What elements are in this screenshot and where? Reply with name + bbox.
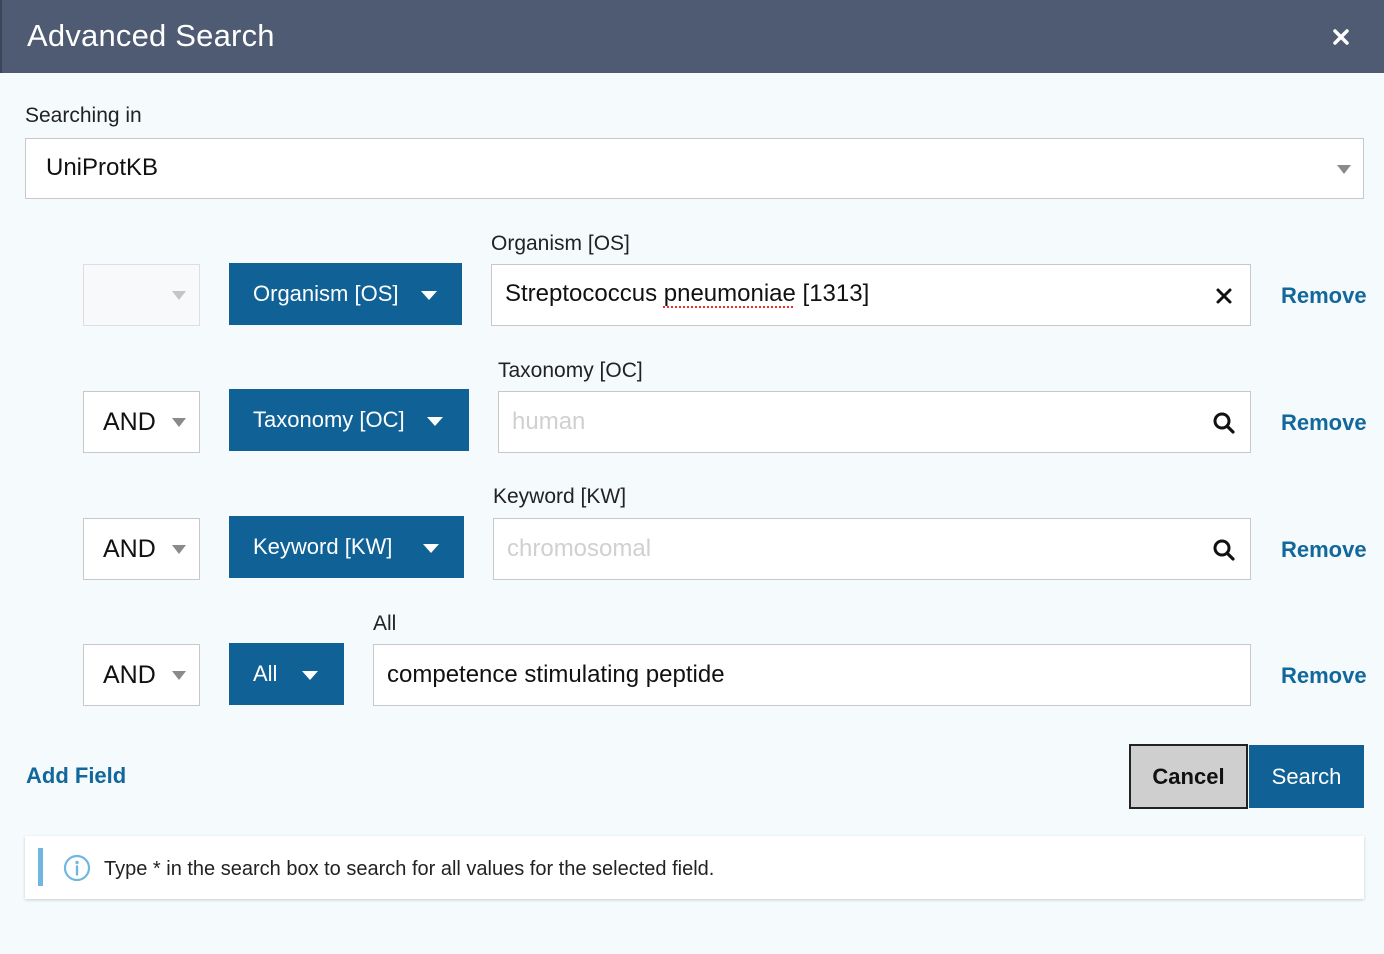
field-select-button-all[interactable]: All xyxy=(229,643,344,705)
field-select-button-organism[interactable]: Organism [OS] xyxy=(229,263,462,325)
field-select-label: Taxonomy [OC] xyxy=(253,407,405,432)
operator-value: AND xyxy=(103,408,156,436)
field-label-taxonomy: Taxonomy [OC] xyxy=(498,359,643,382)
dialog-title: Advanced Search xyxy=(27,18,275,53)
add-field-link[interactable]: Add Field xyxy=(26,763,126,789)
chevron-down-icon xyxy=(172,671,186,680)
caret-down-icon xyxy=(427,417,443,426)
taxonomy-input[interactable] xyxy=(499,392,1250,452)
chevron-down-icon xyxy=(172,291,186,300)
dialog-header: Advanced Search xyxy=(0,0,1384,73)
database-select[interactable]: UniProtKB xyxy=(25,138,1364,199)
field-label-organism: Organism [OS] xyxy=(491,232,630,255)
operator-select-disabled xyxy=(83,264,200,326)
info-icon xyxy=(63,854,91,882)
cancel-button[interactable]: Cancel xyxy=(1129,744,1248,809)
field-label-keyword: Keyword [KW] xyxy=(493,485,627,508)
caret-down-icon xyxy=(302,671,318,680)
info-text: Type * in the search box to search for a… xyxy=(104,858,715,880)
operator-value: AND xyxy=(103,535,156,563)
field-select-button-keyword[interactable]: Keyword [KW] xyxy=(229,516,464,578)
search-button[interactable]: Search xyxy=(1249,745,1364,808)
search-icon[interactable] xyxy=(1212,411,1236,435)
field-label-all: All xyxy=(373,612,397,635)
keyword-input[interactable] xyxy=(494,519,1250,579)
field-select-label: Keyword [KW] xyxy=(253,534,393,559)
search-icon[interactable] xyxy=(1212,538,1236,562)
operator-select[interactable]: AND xyxy=(83,644,200,706)
info-accent-bar xyxy=(38,848,43,886)
field-select-label: All xyxy=(253,661,278,686)
clear-icon[interactable] xyxy=(1212,284,1236,308)
organism-value-species: pneumoniae xyxy=(663,280,796,307)
caret-down-icon xyxy=(423,544,439,553)
keyword-input-box xyxy=(493,518,1251,580)
caret-down-icon xyxy=(421,291,437,300)
organism-input-value[interactable]: Streptococcus pneumoniae [1313] xyxy=(505,280,869,308)
remove-link-all[interactable]: Remove xyxy=(1281,663,1367,689)
operator-select[interactable]: AND xyxy=(83,391,200,453)
taxonomy-input-box xyxy=(498,391,1251,453)
remove-link-organism[interactable]: Remove xyxy=(1281,283,1367,309)
remove-link-taxonomy[interactable]: Remove xyxy=(1281,410,1367,436)
operator-value: AND xyxy=(103,661,156,689)
operator-select[interactable]: AND xyxy=(83,518,200,580)
organism-value-genus: Streptococcus xyxy=(505,280,664,307)
close-icon[interactable] xyxy=(1324,20,1358,54)
query-row-keyword: Keyword [KW] AND Keyword [KW] Remove xyxy=(0,482,1384,592)
chevron-down-icon xyxy=(172,545,186,554)
organism-value-taxid: [1313] xyxy=(795,280,870,307)
searching-in-label: Searching in xyxy=(25,104,142,127)
organism-input-box[interactable]: Streptococcus pneumoniae [1313] xyxy=(491,264,1251,326)
query-row-taxonomy: Taxonomy [OC] AND Taxonomy [OC] Remove xyxy=(0,355,1384,465)
query-row-all: All AND All Remove xyxy=(0,608,1384,718)
all-input[interactable] xyxy=(374,645,1250,705)
query-row-organism: Organism [OS] Organism [OS] Streptococcu… xyxy=(0,228,1384,338)
chevron-down-icon xyxy=(1337,165,1351,174)
remove-link-keyword[interactable]: Remove xyxy=(1281,537,1367,563)
info-message: Type * in the search box to search for a… xyxy=(25,836,1364,899)
field-select-button-taxonomy[interactable]: Taxonomy [OC] xyxy=(229,389,469,451)
database-select-value: UniProtKB xyxy=(46,154,159,181)
chevron-down-icon xyxy=(172,418,186,427)
field-select-label: Organism [OS] xyxy=(253,281,399,306)
all-input-box xyxy=(373,644,1251,706)
